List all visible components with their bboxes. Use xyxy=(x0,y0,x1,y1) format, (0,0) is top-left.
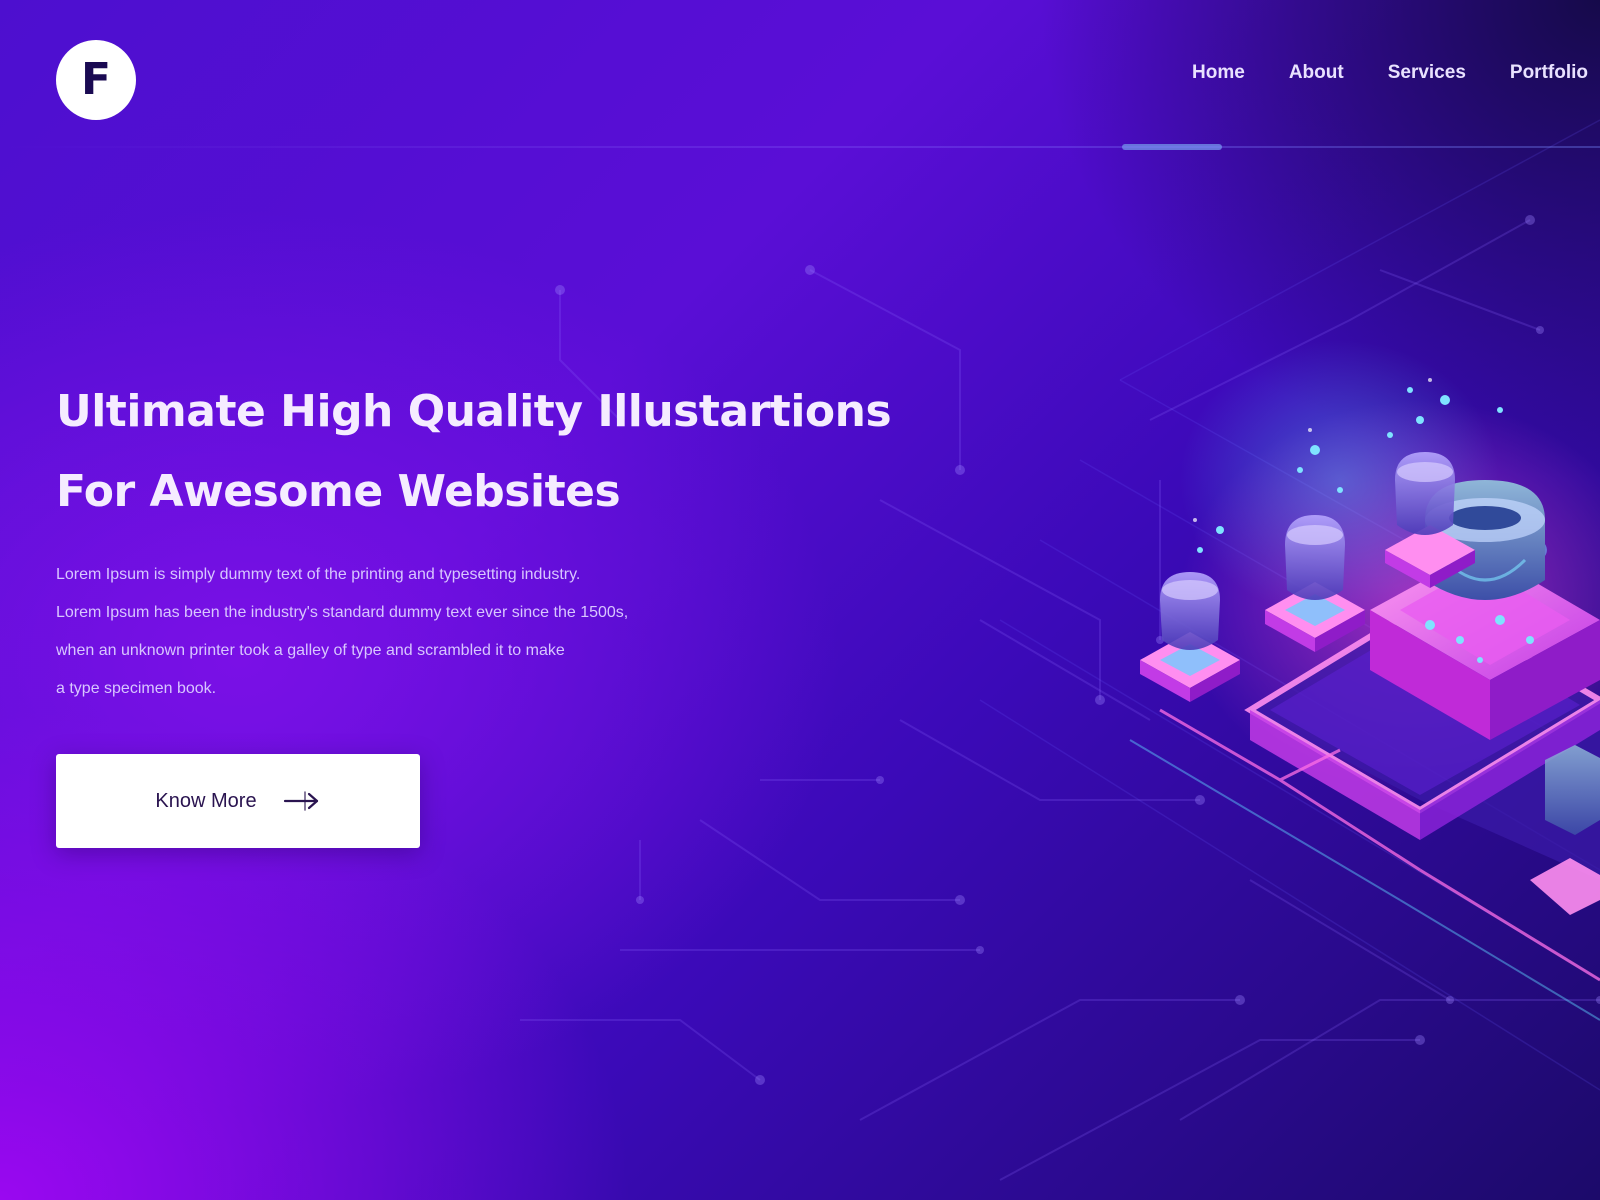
f-logo-icon[interactable]: F xyxy=(56,40,136,120)
hero-title-line-2: For Awesome Websites xyxy=(56,466,621,517)
know-more-button[interactable]: Know More xyxy=(56,754,420,848)
nav-item-services[interactable]: Services xyxy=(1388,62,1466,84)
header-divider xyxy=(0,146,1600,148)
hero-description-line: Lorem Ipsum has been the industry's stan… xyxy=(56,604,629,621)
hero-description: Lorem Ipsum is simply dummy text of the … xyxy=(56,556,856,708)
logo-letter: F xyxy=(80,54,112,105)
isometric-servers-illustration xyxy=(1129,340,1600,1021)
hero-title: Ultimate High Quality Illustartions For … xyxy=(56,372,916,532)
hero-description-line: a type specimen book. xyxy=(56,680,217,697)
know-more-label: Know More xyxy=(155,789,257,812)
hero-section: Ultimate High Quality Illustartions For … xyxy=(56,372,916,708)
nav-item-home[interactable]: Home xyxy=(1192,62,1245,84)
nav-item-about[interactable]: About xyxy=(1289,62,1344,84)
arrow-right-icon xyxy=(283,790,321,812)
site-header: F Home About Services Portfolio xyxy=(0,0,1600,150)
hero-title-line-1: Ultimate High Quality Illustartions xyxy=(56,386,892,437)
main-nav: Home About Services Portfolio xyxy=(1192,62,1588,84)
hero-description-line: Lorem Ipsum is simply dummy text of the … xyxy=(56,566,581,583)
nav-item-portfolio[interactable]: Portfolio xyxy=(1510,62,1588,84)
hero-description-line: when an unknown printer took a galley of… xyxy=(56,642,565,659)
